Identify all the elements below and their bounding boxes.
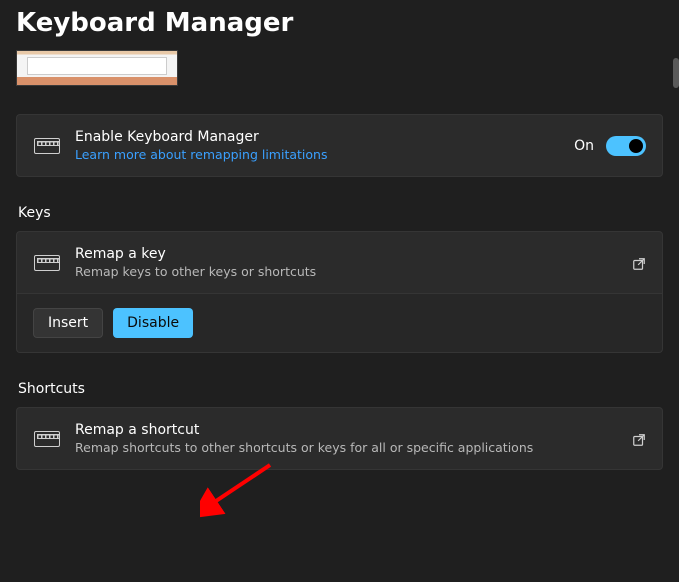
remap-shortcut-row[interactable]: Remap a shortcut Remap shortcuts to othe… <box>16 407 663 470</box>
mapped-key-button[interactable]: Insert <box>33 308 103 338</box>
keyboard-icon <box>33 253 61 273</box>
section-shortcuts-label: Shortcuts <box>18 381 663 397</box>
toggle-state-label: On <box>574 138 594 154</box>
toggle-knob <box>629 139 643 153</box>
mapped-action-button[interactable]: Disable <box>113 308 193 338</box>
keyboard-icon <box>33 429 61 449</box>
learn-more-link[interactable]: Learn more about remapping limitations <box>75 147 574 162</box>
enable-keyboard-manager-row: Enable Keyboard Manager Learn more about… <box>16 114 663 177</box>
open-external-icon[interactable] <box>632 432 646 446</box>
remap-shortcut-title: Remap a shortcut <box>75 422 632 438</box>
scrollbar[interactable] <box>673 58 679 88</box>
remap-key-row[interactable]: Remap a key Remap keys to other keys or … <box>16 231 663 294</box>
page-title: Keyboard Manager <box>0 0 679 50</box>
remap-key-title: Remap a key <box>75 246 632 262</box>
open-external-icon[interactable] <box>632 256 646 270</box>
keyboard-icon <box>33 136 61 156</box>
remap-shortcut-sub: Remap shortcuts to other shortcuts or ke… <box>75 440 632 455</box>
enable-title: Enable Keyboard Manager <box>75 129 574 145</box>
enable-toggle[interactable] <box>606 136 646 156</box>
key-mapping-row: Insert Disable <box>16 294 663 353</box>
remap-key-sub: Remap keys to other keys or shortcuts <box>75 264 632 279</box>
preview-thumbnail <box>16 50 178 86</box>
section-keys-label: Keys <box>18 205 663 221</box>
